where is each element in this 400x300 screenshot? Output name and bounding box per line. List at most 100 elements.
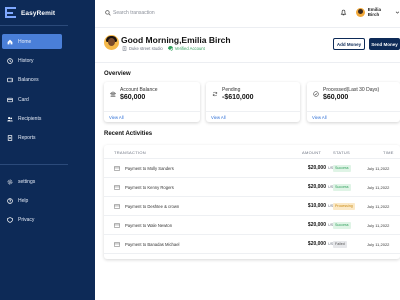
sidebar-item-reports[interactable]: Reports — [2, 130, 62, 145]
card-label: Processed(Last 30 Days) — [323, 87, 380, 93]
card-icon — [7, 97, 13, 103]
transaction-description: Payment to Banadas Michael — [125, 242, 180, 247]
verified-label: Verified Account — [174, 46, 205, 51]
payment-card-icon — [114, 185, 120, 190]
overview-card-processed: Processed(Last 30 Days) $60,000 View All — [307, 82, 400, 122]
search-icon — [105, 10, 111, 16]
status-badge: Success — [333, 184, 351, 191]
status-badge: Failed — [333, 241, 347, 248]
help-icon — [7, 197, 13, 204]
table-row[interactable]: Payment to Banadas Michael$20,000USDFail… — [104, 235, 400, 254]
card-label: Account Balance — [120, 87, 158, 93]
view-all-link[interactable]: View All — [211, 115, 226, 120]
profile-avatar — [104, 35, 119, 50]
card-label: Pending — [222, 87, 241, 93]
transaction-amount: $20,000 — [307, 165, 326, 171]
column-header-transaction: TRANSACTION — [114, 150, 146, 155]
user-name: Emilia Birch — [367, 7, 382, 17]
overview-card-balance: Account Balance $60,000 View All — [104, 82, 200, 122]
building-icon — [122, 46, 127, 51]
sidebar-item-label: Recipients — [18, 115, 42, 122]
home-icon — [7, 39, 13, 45]
table-row[interactable]: Payment to Molly Sanders$20,000USDProces… — [104, 254, 400, 259]
overview-card-pending: Pending -$610,000 View All — [206, 82, 300, 122]
check-icon — [167, 46, 173, 51]
bank-icon — [110, 91, 116, 97]
sidebar-item-privacy[interactable]: Privacy — [2, 212, 62, 227]
status-badge: Processing — [333, 203, 355, 210]
card-footer: View All — [104, 111, 200, 122]
sidebar-item-label: Privacy — [18, 216, 35, 223]
sidebar-item-balances[interactable]: Balances — [2, 72, 62, 87]
search-input[interactable] — [113, 8, 233, 18]
recent-activities-title: Recent Activities — [104, 131, 153, 137]
transaction-description: Payment to Deshtee & crown — [125, 204, 180, 209]
transaction-amount: $20,000 — [307, 241, 326, 247]
greeting-title: Good Morning,Emilia Birch — [121, 35, 231, 45]
refresh-icon — [212, 91, 218, 97]
status-badge: Success — [333, 165, 351, 172]
company-name: Duke street studio — [129, 46, 163, 51]
gear-icon — [7, 179, 13, 185]
users-icon — [7, 116, 13, 122]
column-header-amount: AMOUNT — [302, 150, 322, 155]
card-value: $60,000 — [323, 94, 349, 101]
add-money-button[interactable]: Add Money — [333, 38, 365, 50]
section-divider — [95, 62, 400, 63]
transaction-description: Payment to Molly Sanders — [125, 166, 174, 171]
brand-name: EasyRemit — [21, 9, 56, 17]
transaction-time: July 11,2022 — [367, 242, 390, 247]
transaction-amount: $20,000 — [307, 222, 326, 228]
sidebar-item-label: Home — [18, 38, 32, 45]
transaction-time: July 11,2022 — [367, 185, 390, 190]
transaction-description: Payment to Kenny Rogers — [125, 185, 174, 190]
sidebar-item-history[interactable]: History — [2, 53, 62, 68]
sidebar-item-home[interactable]: Home — [2, 34, 62, 49]
column-header-status: STATUS — [333, 150, 350, 155]
table-header: TRANSACTION AMOUNT STATUS TIME — [104, 145, 400, 159]
easyremit-logo-icon — [5, 7, 16, 19]
transaction-time: July 11,2022 — [367, 204, 390, 209]
wallet-icon — [7, 77, 13, 83]
brand-logo[interactable]: EasyRemit — [5, 7, 55, 19]
verified-badge: Verified Account — [167, 46, 205, 51]
payment-card-icon — [114, 166, 120, 171]
top-bar: Emilia Birch — [95, 0, 400, 28]
privacy-icon — [7, 216, 13, 223]
table-row[interactable]: Payment to Deshtee & crown$10,000USDProc… — [104, 197, 400, 216]
view-all-link[interactable]: View All — [312, 115, 327, 120]
user-menu[interactable]: Emilia Birch — [356, 7, 400, 17]
send-money-button[interactable]: Send Money — [369, 38, 400, 50]
view-all-link[interactable]: View All — [109, 115, 124, 120]
transaction-description: Payment to Wale Newton — [125, 223, 173, 228]
overview-title: Overview — [104, 71, 131, 77]
sidebar-item-label: Reports — [18, 134, 36, 141]
card-footer: View All — [307, 111, 400, 122]
sidebar-item-label: History — [18, 57, 34, 64]
table-row[interactable]: Payment to Wale Newton$20,000USDSuccessJ… — [104, 216, 400, 235]
chevron-down-icon — [395, 11, 400, 14]
avatar — [356, 7, 365, 17]
history-icon — [7, 57, 13, 64]
sidebar-item-help[interactable]: Help — [2, 193, 62, 208]
transactions-table: TRANSACTION AMOUNT STATUS TIME Payment t… — [104, 145, 400, 259]
card-value: $60,000 — [120, 94, 146, 101]
payment-card-icon — [114, 223, 120, 228]
payment-card-icon — [114, 242, 120, 247]
payment-card-icon — [114, 204, 120, 209]
reports-icon — [7, 134, 13, 141]
sidebar-item-card[interactable]: Card — [2, 92, 62, 107]
bell-icon[interactable] — [340, 9, 347, 16]
sidebar-item-label: settings — [18, 178, 36, 185]
greeting-subtitle: Duke street studio Verified Account — [122, 46, 205, 51]
sidebar-item-settings[interactable]: settings — [2, 174, 62, 189]
sidebar-item-recipients[interactable]: Recipients — [2, 111, 62, 126]
table-row[interactable]: Payment to Kenny Rogers$20,000USDSuccess… — [104, 178, 400, 197]
column-header-time: TIME — [383, 150, 394, 155]
sidebar-divider — [0, 164, 68, 165]
table-row[interactable]: Payment to Molly Sanders$20,000USDSucces… — [104, 159, 400, 178]
sidebar-divider — [0, 25, 68, 26]
sidebar-item-label: Help — [18, 197, 29, 204]
transaction-time: July 11,2022 — [367, 166, 390, 171]
card-footer: View All — [206, 111, 300, 122]
